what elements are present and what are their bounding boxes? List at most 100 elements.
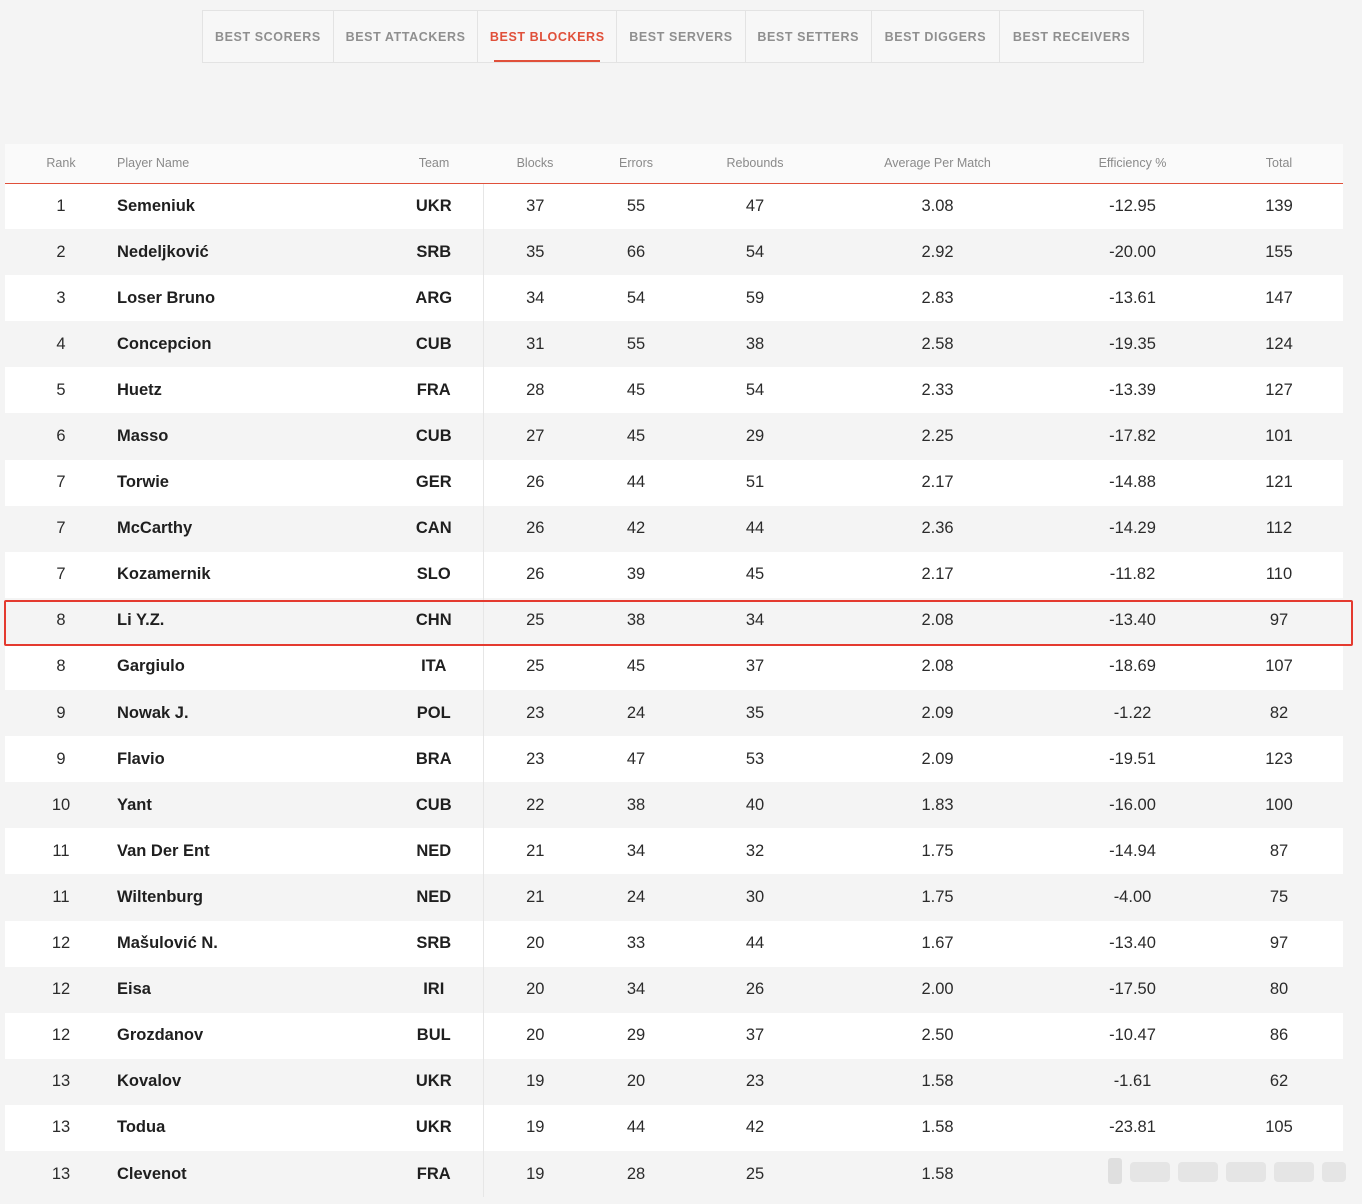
tab-best-receivers[interactable]: BEST RECEIVERS (1000, 11, 1143, 62)
column-header-blocks[interactable]: Blocks (483, 144, 587, 184)
cell-player-name: Clevenot (117, 1164, 187, 1183)
cell-errors: 45 (626, 657, 646, 676)
table-row[interactable]: 11 Van Der Ent NED 21 34 32 1.75 -14.94 87 (5, 828, 1343, 875)
cell-player-name: Flavio (117, 749, 165, 768)
table-row[interactable]: 12 Mašulović N. SRB 20 33 44 1.67 -13.40 97 (5, 920, 1343, 967)
cell-blocks: 26 (526, 473, 545, 492)
cell-average-per-match: 1.75 (921, 887, 954, 906)
cell-average-per-match: 2.09 (921, 703, 954, 722)
cell-average-per-match: 2.08 (921, 611, 954, 630)
cell-rank: 6 (56, 427, 66, 446)
cell-average-per-match: 1.58 (921, 1118, 954, 1137)
cell-errors: 38 (626, 611, 646, 630)
column-header-efficiency[interactable]: Efficiency % (1050, 144, 1215, 184)
cell-rank: 7 (56, 473, 66, 492)
cell-rank: 13 (51, 1164, 71, 1183)
cell-total: 124 (1265, 334, 1293, 353)
table-row[interactable]: 13 Todua UKR 19 44 42 1.58 -23.81 105 (5, 1104, 1343, 1151)
tab-best-servers[interactable]: BEST SERVERS (617, 11, 746, 62)
cell-team: UKR (385, 183, 484, 230)
cell-blocks: 26 (526, 519, 545, 538)
cell-efficiency: -14.29 (1109, 519, 1156, 538)
table-row[interactable]: 7 Torwie GER 26 44 51 2.17 -14.88 121 (5, 459, 1343, 506)
column-header-team[interactable]: Team (385, 144, 483, 184)
table-row[interactable]: 9 Flavio BRA 23 47 53 2.09 -19.51 123 (5, 736, 1343, 783)
table-row[interactable]: 11 Wiltenburg NED 21 24 30 1.75 -4.00 75 (5, 874, 1343, 921)
cell-rebounds: 44 (745, 519, 765, 538)
cell-player-name: Torwie (117, 473, 169, 492)
column-header-rebounds[interactable]: Rebounds (685, 144, 825, 184)
cell-errors: 29 (626, 1026, 646, 1045)
cell-errors: 55 (626, 196, 646, 215)
table-row[interactable]: 5 Huetz FRA 28 45 54 2.33 -13.39 127 (5, 367, 1343, 414)
cell-player-name: Semeniuk (117, 196, 195, 215)
cell-efficiency: -13.40 (1109, 934, 1156, 953)
tab-best-blockers[interactable]: BEST BLOCKERS (478, 11, 618, 62)
cell-player-name: Van Der Ent (117, 841, 210, 860)
column-header-player-name[interactable]: Player Name (117, 144, 385, 184)
table-row[interactable]: 2 Nedeljković SRB 35 66 54 2.92 -20.00 155 (5, 229, 1343, 276)
cell-efficiency: -19.35 (1109, 334, 1156, 353)
cell-blocks: 37 (526, 196, 545, 215)
cell-rebounds: 34 (745, 611, 765, 630)
tab-best-diggers[interactable]: BEST DIGGERS (872, 11, 1001, 62)
cell-efficiency: -11.82 (1109, 565, 1156, 584)
cell-rank: 4 (56, 334, 66, 353)
table-row[interactable]: 3 Loser Bruno ARG 34 54 59 2.83 -13.61 147 (5, 275, 1343, 322)
cell-efficiency: -23.81 (1109, 1118, 1156, 1137)
table-row[interactable]: 7 McCarthy CAN 26 42 44 2.36 -14.29 112 (5, 505, 1343, 552)
table-row[interactable]: 8 Gargiulo ITA 25 45 37 2.08 -18.69 107 (5, 643, 1343, 691)
cell-team: SLO (385, 551, 484, 598)
table-row[interactable]: 8 Li Y.Z. CHN 25 38 34 2.08 -13.40 97 (5, 597, 1343, 644)
table-row[interactable]: 9 Nowak J. POL 23 24 35 2.09 -1.22 82 (5, 690, 1343, 737)
tab-best-attackers[interactable]: BEST ATTACKERS (334, 11, 479, 62)
cell-errors: 66 (626, 242, 646, 261)
table-row[interactable]: 12 Grozdanov BUL 20 29 37 2.50 -10.47 86 (5, 1012, 1343, 1059)
cell-average-per-match: 2.00 (921, 980, 954, 999)
cell-rank: 2 (56, 242, 66, 261)
cell-efficiency: -19.51 (1109, 749, 1156, 768)
cell-average-per-match: 2.25 (921, 427, 954, 446)
cell-efficiency: -13.39 (1109, 380, 1156, 399)
cell-average-per-match: 1.58 (921, 1164, 954, 1183)
cell-total: 75 (1269, 887, 1289, 906)
cell-errors: 39 (626, 565, 646, 584)
table-row[interactable]: 1 Semeniuk UKR 37 55 47 3.08 -12.95 139 (5, 183, 1343, 230)
cell-player-name: Kovalov (117, 1072, 182, 1091)
cell-average-per-match: 2.36 (921, 519, 954, 538)
table-row[interactable]: 6 Masso CUB 27 45 29 2.25 -17.82 101 (5, 413, 1343, 460)
table-row[interactable]: 10 Yant CUB 22 38 40 1.83 -16.00 100 (5, 782, 1343, 829)
cell-rank: 11 (52, 887, 70, 906)
table-row[interactable]: 13 Clevenot FRA 19 28 25 1.58 (5, 1150, 1343, 1198)
cell-blocks: 23 (526, 749, 545, 768)
table-row[interactable]: 12 Eisa IRI 20 34 26 2.00 -17.50 80 (5, 966, 1343, 1013)
cell-average-per-match: 2.08 (921, 657, 954, 676)
cell-player-name: McCarthy (117, 519, 193, 538)
tab-best-scorers[interactable]: BEST SCORERS (203, 11, 334, 62)
cell-team: SRB (385, 920, 484, 967)
cell-rank: 7 (56, 519, 66, 538)
column-header-errors[interactable]: Errors (587, 144, 685, 184)
cell-errors: 45 (626, 380, 646, 399)
cell-errors: 44 (626, 1118, 646, 1137)
table-row[interactable]: 4 Concepcion CUB 31 55 38 2.58 -19.35 124 (5, 321, 1343, 368)
column-header-average-per-match[interactable]: Average Per Match (825, 144, 1050, 184)
cell-total: 100 (1265, 795, 1293, 814)
cell-total (1215, 1151, 1343, 1197)
cell-rebounds: 53 (745, 749, 765, 768)
table-row[interactable]: 7 Kozamernik SLO 26 39 45 2.17 -11.82 110 (5, 551, 1343, 598)
column-header-total[interactable]: Total (1215, 144, 1343, 184)
cell-total: 139 (1265, 196, 1293, 215)
cell-errors: 34 (626, 841, 646, 860)
tab-best-setters[interactable]: BEST SETTERS (746, 11, 872, 62)
cell-player-name: Mašulović N. (117, 934, 218, 953)
cell-total: 147 (1265, 288, 1293, 307)
cell-player-name: Grozdanov (117, 1026, 204, 1045)
cell-rebounds: 29 (745, 427, 765, 446)
cell-rank: 8 (56, 611, 66, 630)
table-row[interactable]: 13 Kovalov UKR 19 20 23 1.58 -1.61 62 (5, 1058, 1343, 1105)
cell-rebounds: 54 (745, 242, 765, 261)
cell-efficiency: -17.82 (1109, 427, 1156, 446)
table-header-row: Rank Player Name Team Blocks Errors Rebounds A… (5, 144, 1343, 184)
column-header-rank[interactable]: Rank (5, 144, 117, 184)
